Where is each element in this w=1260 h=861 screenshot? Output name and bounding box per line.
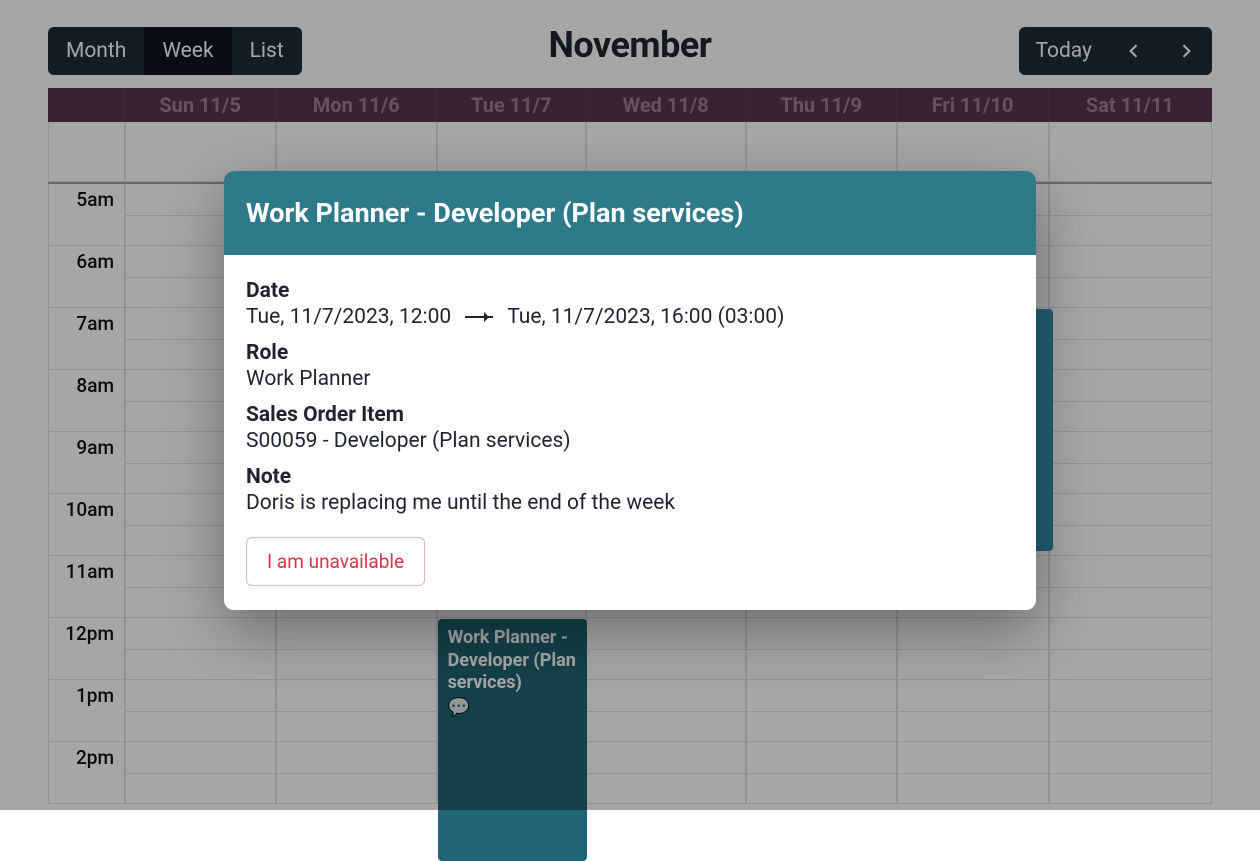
modal-title: Work Planner - Developer (Plan services) xyxy=(224,171,1036,255)
date-from: Tue, 11/7/2023, 12:00 xyxy=(246,305,451,329)
label-note: Note xyxy=(246,465,1014,489)
event-detail-modal: Work Planner - Developer (Plan services)… xyxy=(224,171,1036,610)
label-role: Role xyxy=(246,341,1014,365)
label-date: Date xyxy=(246,279,1014,303)
value-role: Work Planner xyxy=(246,367,1014,391)
value-date: Tue, 11/7/2023, 12:00 Tue, 11/7/2023, 16… xyxy=(246,305,1014,329)
date-to: Tue, 11/7/2023, 16:00 (03:00) xyxy=(507,305,784,329)
label-sales-order-item: Sales Order Item xyxy=(246,403,1014,427)
value-sales-order-item: S00059 - Developer (Plan services) xyxy=(246,429,1014,453)
value-note: Doris is replacing me until the end of t… xyxy=(246,491,1014,515)
unavailable-button[interactable]: I am unavailable xyxy=(246,537,425,586)
modal-body: Date Tue, 11/7/2023, 12:00 Tue, 11/7/202… xyxy=(224,255,1036,525)
arrow-right-icon xyxy=(465,316,493,318)
